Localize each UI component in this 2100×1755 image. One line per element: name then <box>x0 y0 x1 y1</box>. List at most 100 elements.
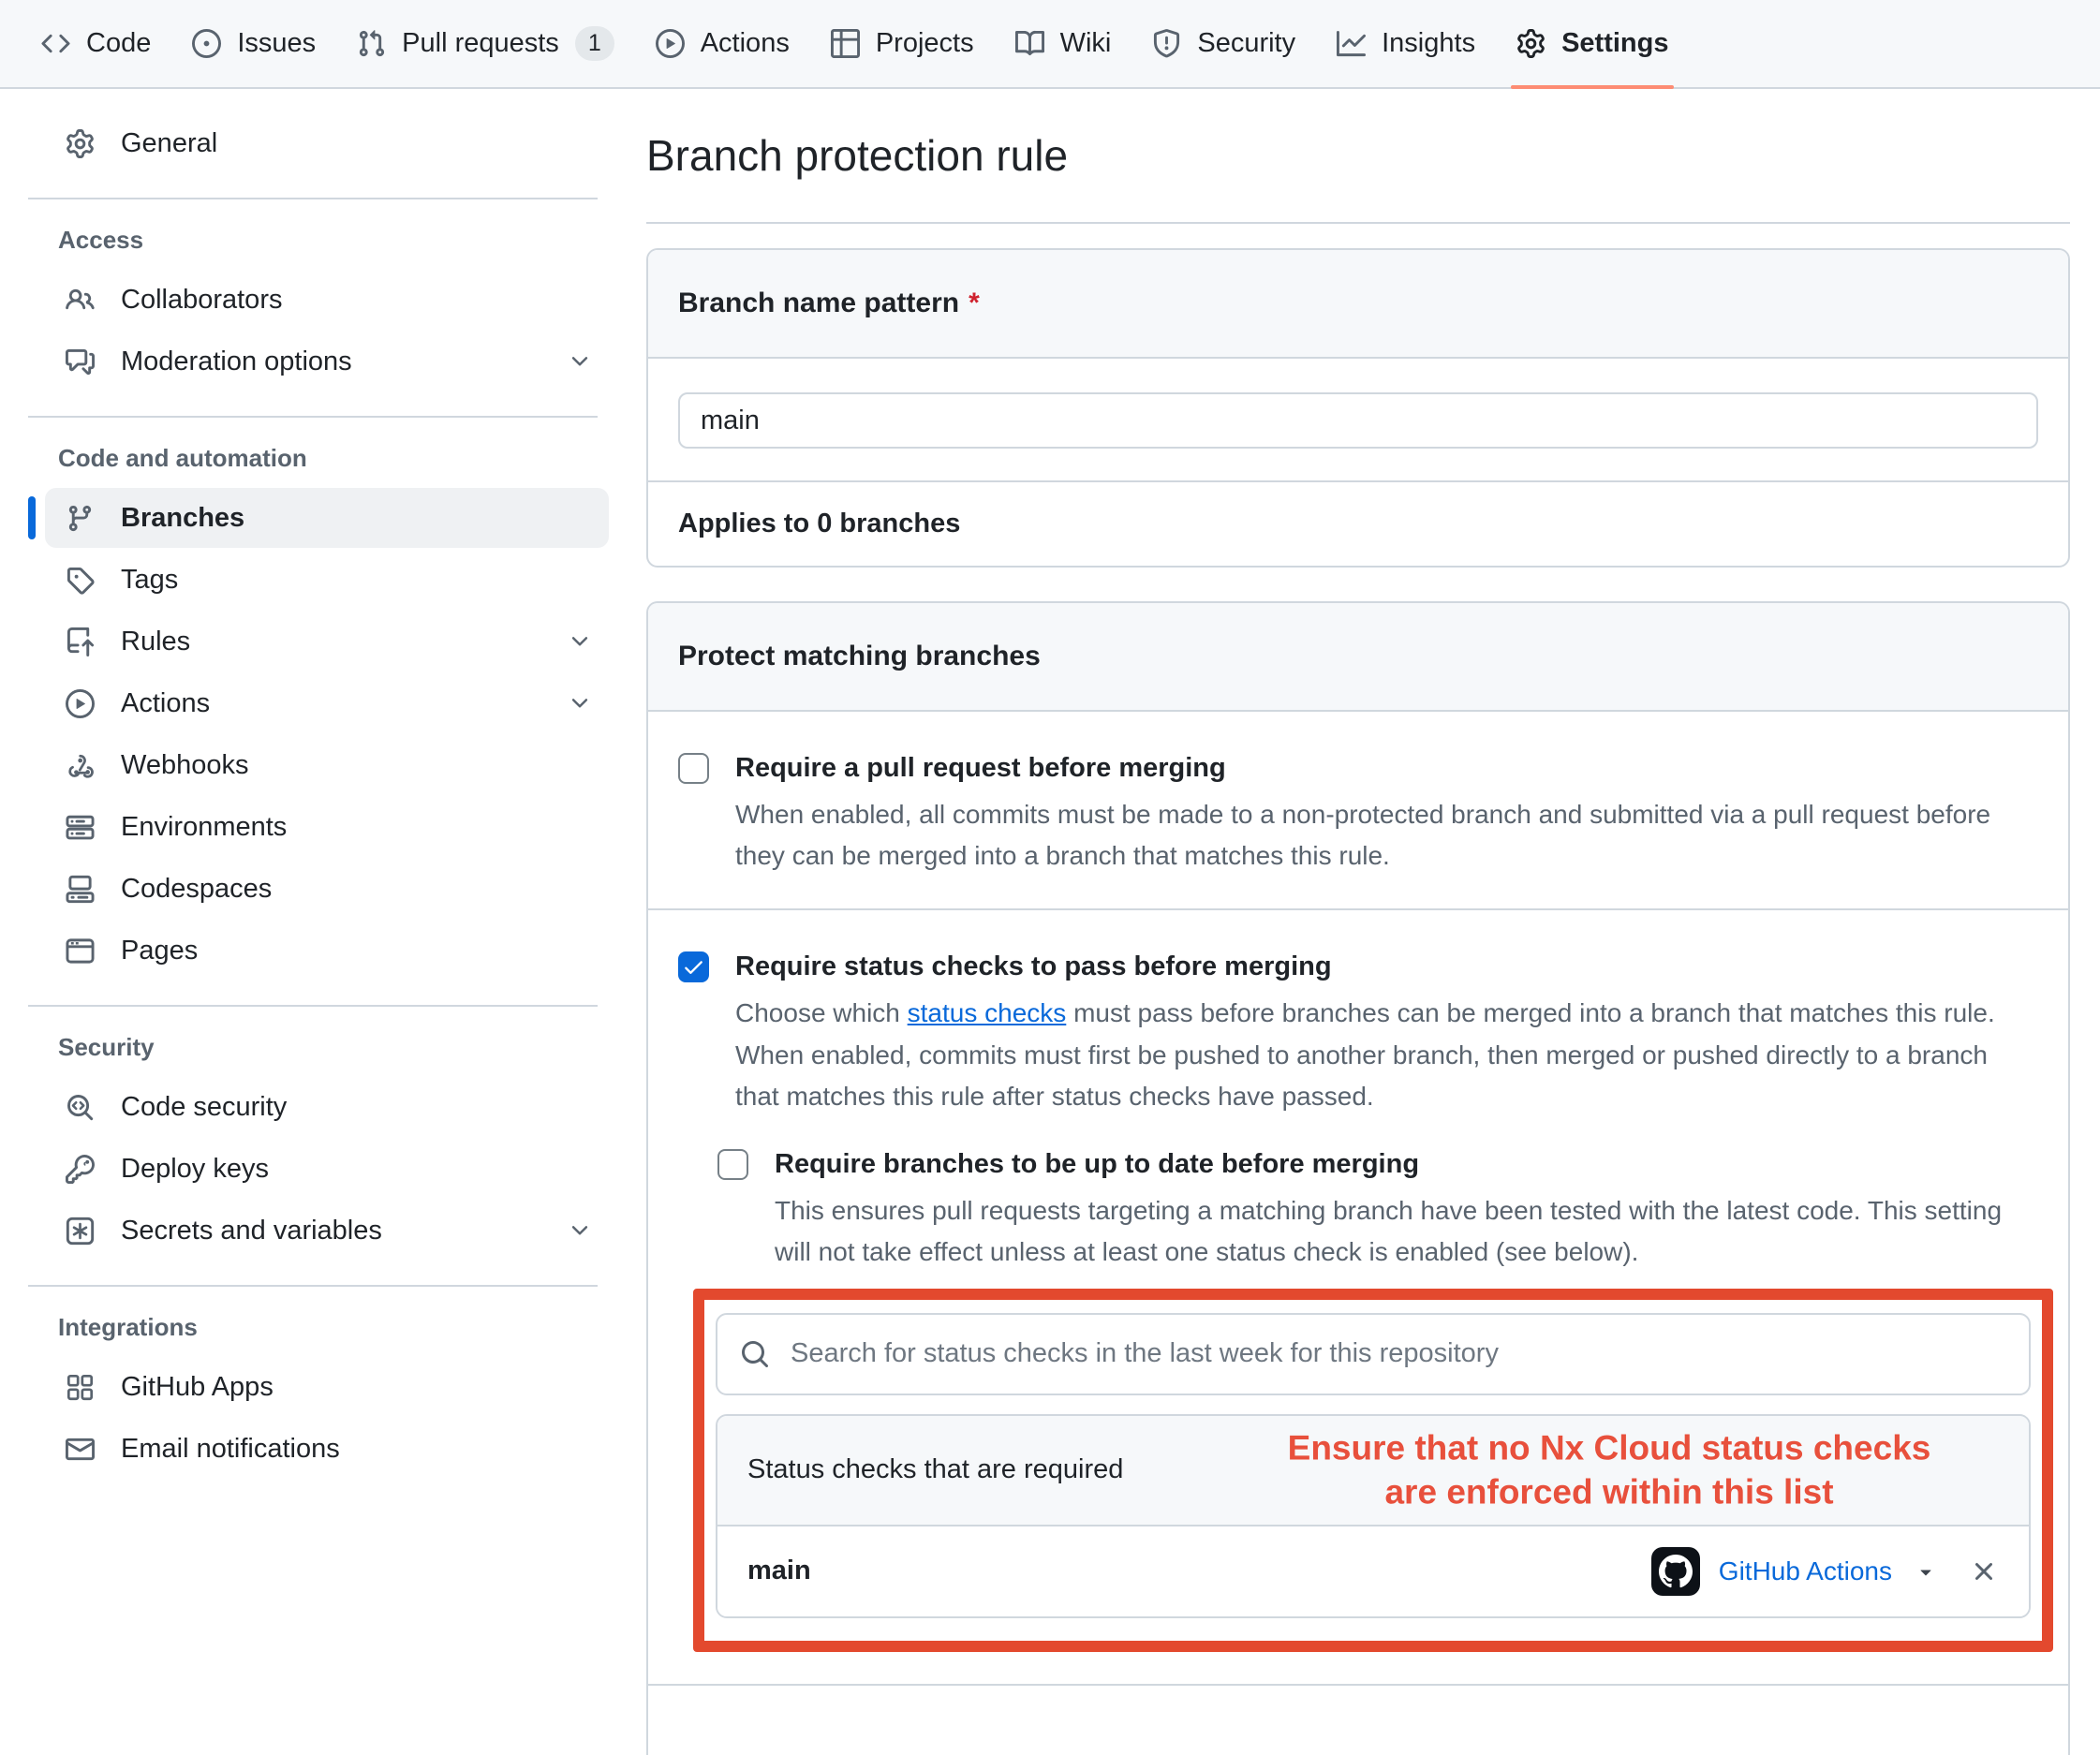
tab-code[interactable]: Code <box>21 0 171 87</box>
require-status-checks-description: Choose which status checks must pass bef… <box>735 993 2038 1117</box>
sidebar-item-label: Webhooks <box>121 750 249 781</box>
require-pull-request-label: Require a pull request before merging <box>735 749 1226 787</box>
octocat-icon <box>1659 1555 1693 1588</box>
sidebar-item-label: Codespaces <box>121 874 272 905</box>
apps-icon <box>66 1373 95 1402</box>
sidebar-item-secrets-and-variables[interactable]: Secrets and variables <box>45 1201 609 1261</box>
sidebar-item-tags[interactable]: Tags <box>45 550 609 610</box>
tab-label: Issues <box>237 28 316 59</box>
play-icon <box>66 689 95 718</box>
page-title: Branch protection rule <box>646 130 2070 224</box>
webhook-icon <box>66 751 95 780</box>
branch-name-pattern-label: Branch name pattern <box>678 288 959 318</box>
required-status-checks-title: Status checks that are required <box>747 1454 1123 1485</box>
sidebar-item-rules[interactable]: Rules <box>45 612 609 671</box>
sidebar-item-label: GitHub Apps <box>121 1372 274 1403</box>
sidebar-item-branches[interactable]: Branches <box>45 488 609 548</box>
tab-label: Insights <box>1382 28 1475 59</box>
applies-to-branches-text: Applies to 0 branches <box>648 480 2068 566</box>
mail-icon <box>66 1435 95 1464</box>
status-checks-search <box>716 1313 2031 1395</box>
sidebar-item-label: Deploy keys <box>121 1154 269 1185</box>
sidebar-section-security: Security <box>45 1033 609 1062</box>
sidebar-section-integrations: Integrations <box>45 1313 609 1342</box>
status-check-controls: GitHub Actions <box>1651 1547 1999 1596</box>
protect-matching-branches-card: Protect matching branches Require a pull… <box>646 601 2070 1755</box>
triangle-down-icon[interactable] <box>1915 1560 1937 1583</box>
require-up-to-date-checkbox[interactable] <box>717 1149 748 1180</box>
sidebar-item-actions[interactable]: Actions <box>45 673 609 733</box>
required-asterisk: * <box>969 288 980 318</box>
chevron-down-icon <box>568 349 592 374</box>
sidebar-item-label: Secrets and variables <box>121 1216 382 1246</box>
status-checks-link[interactable]: status checks <box>908 998 1067 1027</box>
sidebar-divider <box>28 1285 598 1287</box>
sidebar-section-access: Access <box>45 226 609 255</box>
sidebar-item-code-security[interactable]: Code security <box>45 1077 609 1137</box>
browser-icon <box>66 936 95 966</box>
sidebar-item-label: General <box>121 128 217 159</box>
sidebar-divider <box>28 1005 598 1007</box>
sidebar-item-deploy-keys[interactable]: Deploy keys <box>45 1139 609 1199</box>
server-icon <box>66 813 95 842</box>
sidebar-item-email-notifications[interactable]: Email notifications <box>45 1419 609 1479</box>
project-icon <box>831 29 860 58</box>
tag-icon <box>66 566 95 595</box>
sidebar-item-label: Code security <box>121 1092 287 1123</box>
status-check-name: main <box>747 1556 811 1586</box>
sidebar-item-label: Tags <box>121 565 178 596</box>
tab-settings[interactable]: Settings <box>1496 0 1689 87</box>
tab-label: Projects <box>876 28 974 59</box>
description-text: Choose which <box>735 998 908 1027</box>
require-status-checks-label: Require status checks to pass before mer… <box>735 948 1332 985</box>
tab-label: Settings <box>1561 28 1668 59</box>
setting-require-status-checks: Require status checks to pass before mer… <box>648 908 2068 1683</box>
require-pull-request-checkbox[interactable] <box>678 753 709 784</box>
status-check-row: main GitHub Actions <box>717 1526 2029 1616</box>
sidebar-item-codespaces[interactable]: Codespaces <box>45 859 609 919</box>
require-status-checks-checkbox[interactable] <box>678 951 709 982</box>
tab-wiki[interactable]: Wiki <box>995 0 1132 87</box>
people-icon <box>66 286 95 315</box>
comment-discussion-icon <box>66 347 95 376</box>
sidebar-item-general[interactable]: General <box>45 113 609 173</box>
branch-name-pattern-card: Branch name pattern * Applies to 0 branch… <box>646 248 2070 568</box>
sidebar-item-pages[interactable]: Pages <box>45 921 609 981</box>
annotation-line-2: are enforced within this list <box>1242 1470 1976 1514</box>
search-icon <box>740 1339 770 1369</box>
repo-push-icon <box>66 627 95 656</box>
sidebar-item-label: Moderation options <box>121 347 352 377</box>
book-icon <box>1015 29 1044 58</box>
asterisk-icon <box>66 1217 95 1246</box>
sidebar-divider <box>28 198 598 199</box>
branch-name-pattern-body <box>648 359 2068 480</box>
sidebar-item-moderation-options[interactable]: Moderation options <box>45 332 609 391</box>
status-checks-search-input[interactable] <box>716 1313 2031 1395</box>
tab-pull-requests[interactable]: Pull requests1 <box>336 0 635 87</box>
chevron-down-icon <box>568 691 592 715</box>
sidebar-item-label: Branches <box>121 503 244 534</box>
tab-issues[interactable]: Issues <box>171 0 336 87</box>
remove-status-check-icon[interactable] <box>1969 1556 1999 1586</box>
sidebar-item-collaborators[interactable]: Collaborators <box>45 270 609 330</box>
sidebar-divider <box>28 416 598 418</box>
github-actions-app-link[interactable]: GitHub Actions <box>1719 1556 1892 1586</box>
tab-actions[interactable]: Actions <box>635 0 810 87</box>
sidebar-item-label: Rules <box>121 627 190 657</box>
required-status-checks-header: Status checks that are required Ensure t… <box>717 1416 2029 1526</box>
sidebar-item-webhooks[interactable]: Webhooks <box>45 735 609 795</box>
tab-label: Wiki <box>1060 28 1112 59</box>
tab-security[interactable]: Security <box>1131 0 1316 87</box>
sidebar-item-label: Environments <box>121 812 287 843</box>
gear-icon <box>66 129 95 158</box>
sidebar-item-label: Email notifications <box>121 1434 340 1465</box>
tab-label: Security <box>1197 28 1295 59</box>
sidebar-item-github-apps[interactable]: GitHub Apps <box>45 1357 609 1417</box>
sidebar-item-environments[interactable]: Environments <box>45 797 609 857</box>
git-branch-icon <box>66 504 95 533</box>
tab-projects[interactable]: Projects <box>810 0 995 87</box>
require-up-to-date-label: Require branches to be up to date before… <box>775 1145 1419 1183</box>
branch-name-pattern-input[interactable] <box>678 392 2038 449</box>
repo-tab-bar: Code Issues Pull requests1 Actions Proje… <box>0 0 2100 89</box>
tab-insights[interactable]: Insights <box>1316 0 1496 87</box>
